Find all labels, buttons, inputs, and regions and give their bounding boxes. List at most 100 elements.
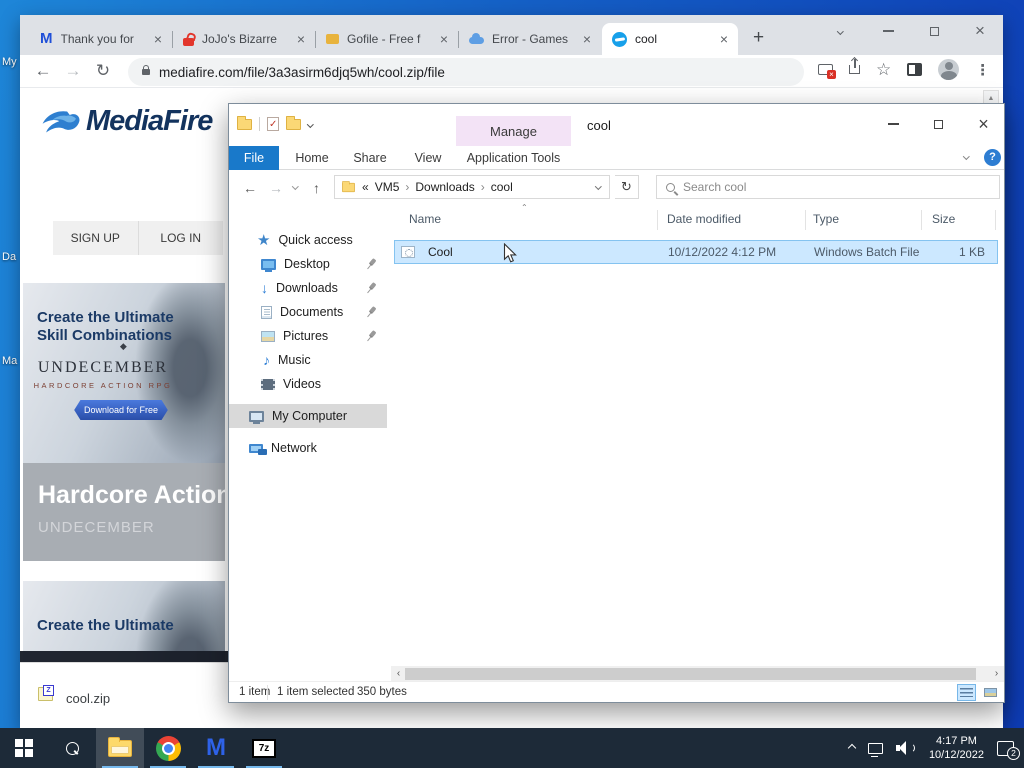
nav-forward-icon[interactable]: → [269,180,283,196]
tab-error-games[interactable]: Error - Games × [459,23,601,55]
tab-close-icon[interactable]: × [440,32,448,46]
horizontal-scrollbar[interactable]: ‹ › [391,666,1004,681]
sidebar-item-videos[interactable]: Videos [229,372,387,396]
breadcrumb-segment-downloads[interactable]: Downloads [415,180,474,194]
nav-back-icon[interactable]: ← [243,180,257,196]
explorer-minimize-button[interactable] [871,109,916,139]
url-text[interactable]: mediafire.com/file/3a3asirm6djq5wh/cool.… [159,65,445,80]
taskbar-explorer-button[interactable] [96,728,144,768]
column-header-size[interactable]: Size [932,212,955,226]
taskbar-malwarebytes-button[interactable]: M [192,728,240,768]
breadcrumb-collapse[interactable]: « [362,180,369,194]
new-folder-icon[interactable] [286,116,301,130]
tab-thank-you[interactable]: M Thank you for × [30,23,172,55]
ribbon-tab-home[interactable]: Home [287,146,337,170]
breadcrumb-segment-cool[interactable]: cool [491,180,513,194]
taskbar-chrome-button[interactable] [144,728,192,768]
desktop-icon-fragment[interactable]: Ma [2,355,17,367]
tab-search-chevron-icon[interactable] [820,15,860,47]
hidden-icons-chevron-icon[interactable] [847,743,857,753]
desktop-icon-fragment[interactable]: Da [2,251,16,263]
new-tab-button[interactable]: + [753,27,764,49]
forward-icon[interactable]: → [58,61,88,81]
maximize-button[interactable] [914,15,954,47]
close-button[interactable]: × [960,15,1000,47]
ssl-lock-icon[interactable] [142,65,150,75]
sidebar-item-quick-access[interactable]: ★ Quick access [229,228,387,252]
ribbon-tab-application-tools[interactable]: Application Tools [456,146,571,170]
scroll-right-arrow[interactable]: › [989,668,1004,679]
bookmark-star-icon[interactable]: ☆ [876,60,891,80]
folder-icon[interactable] [237,116,252,130]
search-box[interactable] [656,175,1000,199]
tab-cool-active[interactable]: cool × [602,23,738,55]
menu-dots-icon[interactable]: ⋮ [975,61,990,79]
taskbar-clock[interactable]: 4:17 PM 10/12/2022 [929,734,984,762]
search-input[interactable] [683,180,963,194]
qat-customize-chevron-icon[interactable] [307,120,314,128]
ad-banner-2[interactable]: Create the Ultimate [23,581,225,662]
signup-button[interactable]: SIGN UP [53,221,138,255]
thumbnail-view-button[interactable] [981,684,1000,701]
login-button[interactable]: LOG IN [139,221,224,255]
ad-download-button[interactable]: Download for Free [74,400,168,420]
share-icon[interactable] [849,59,860,74]
download-item[interactable]: cool.zip [66,691,110,706]
scrollbar-thumb[interactable] [405,667,976,680]
column-header-date-modified[interactable]: Date modified [667,212,741,226]
tab-close-icon[interactable]: × [720,32,728,46]
scroll-left-arrow[interactable]: ‹ [391,668,406,679]
column-separator[interactable] [805,210,806,230]
nav-history-chevron-icon[interactable] [292,183,299,190]
sidebar-item-music[interactable]: ♪ Music [229,348,387,372]
taskbar-search-button[interactable] [48,728,96,768]
column-separator[interactable] [657,210,658,230]
ribbon-tab-file[interactable]: File [229,146,279,170]
tab-jojo[interactable]: JoJo's Bizarre × [173,23,315,55]
column-header-type[interactable]: Type [813,212,839,226]
sidebar-item-documents[interactable]: Documents [229,300,387,324]
breadcrumb[interactable]: « VM5 › Downloads › cool [334,175,610,199]
tab-gofile[interactable]: Gofile - Free f × [316,23,458,55]
ribbon-tab-view[interactable]: View [403,146,453,170]
profile-avatar[interactable] [938,59,960,80]
reload-icon[interactable]: ↻ [88,61,118,81]
start-button[interactable] [0,728,48,768]
address-bar[interactable]: mediafire.com/file/3a3asirm6djq5wh/cool.… [128,58,804,86]
sidebar-item-pictures[interactable]: Pictures [229,324,387,348]
ad-banner-undecember[interactable]: Create the Ultimate Skill Combinations ◆… [23,283,225,561]
details-view-button[interactable] [957,684,976,701]
desktop-icon-fragment[interactable]: My [2,56,17,68]
side-panel-icon[interactable] [907,63,923,76]
notification-center-button[interactable]: 2 [997,740,1020,760]
mediafire-logo[interactable]: MediaFire [40,105,213,138]
properties-check-icon[interactable] [267,117,279,131]
volume-icon[interactable] [895,741,916,755]
ribbon-tab-share[interactable]: Share [345,146,395,170]
column-header-name[interactable]: Name [409,212,441,226]
network-tray-icon[interactable] [867,742,883,757]
taskbar-7zip-button[interactable]: 7z [240,728,288,768]
install-blocked-icon[interactable] [818,64,836,79]
explorer-close-button[interactable]: × [961,109,1006,139]
back-icon[interactable]: ← [28,61,58,81]
refresh-button[interactable]: ↻ [615,175,639,199]
nav-up-icon[interactable]: ↑ [313,180,320,196]
tab-close-icon[interactable]: × [154,32,162,46]
file-row-cool[interactable]: Cool 10/12/2022 4:12 PM Windows Batch Fi… [394,240,998,264]
ribbon-tab-manage[interactable]: Manage [456,116,571,146]
sidebar-item-downloads[interactable]: ↓ Downloads [229,276,387,300]
column-separator[interactable] [995,210,996,230]
help-icon[interactable]: ? [984,149,1001,166]
column-separator[interactable] [921,210,922,230]
explorer-maximize-button[interactable] [916,109,961,139]
ribbon-collapse-chevron-icon[interactable] [963,153,970,160]
tab-close-icon[interactable]: × [583,32,591,46]
address-dropdown-chevron-icon[interactable] [595,183,602,190]
breadcrumb-segment-vm5[interactable]: VM5 [375,180,400,194]
sidebar-item-network[interactable]: Network [229,436,387,460]
sidebar-item-desktop[interactable]: Desktop [229,252,387,276]
tab-close-icon[interactable]: × [297,32,305,46]
sidebar-item-my-computer[interactable]: My Computer [229,404,387,428]
minimize-button[interactable] [868,15,908,47]
